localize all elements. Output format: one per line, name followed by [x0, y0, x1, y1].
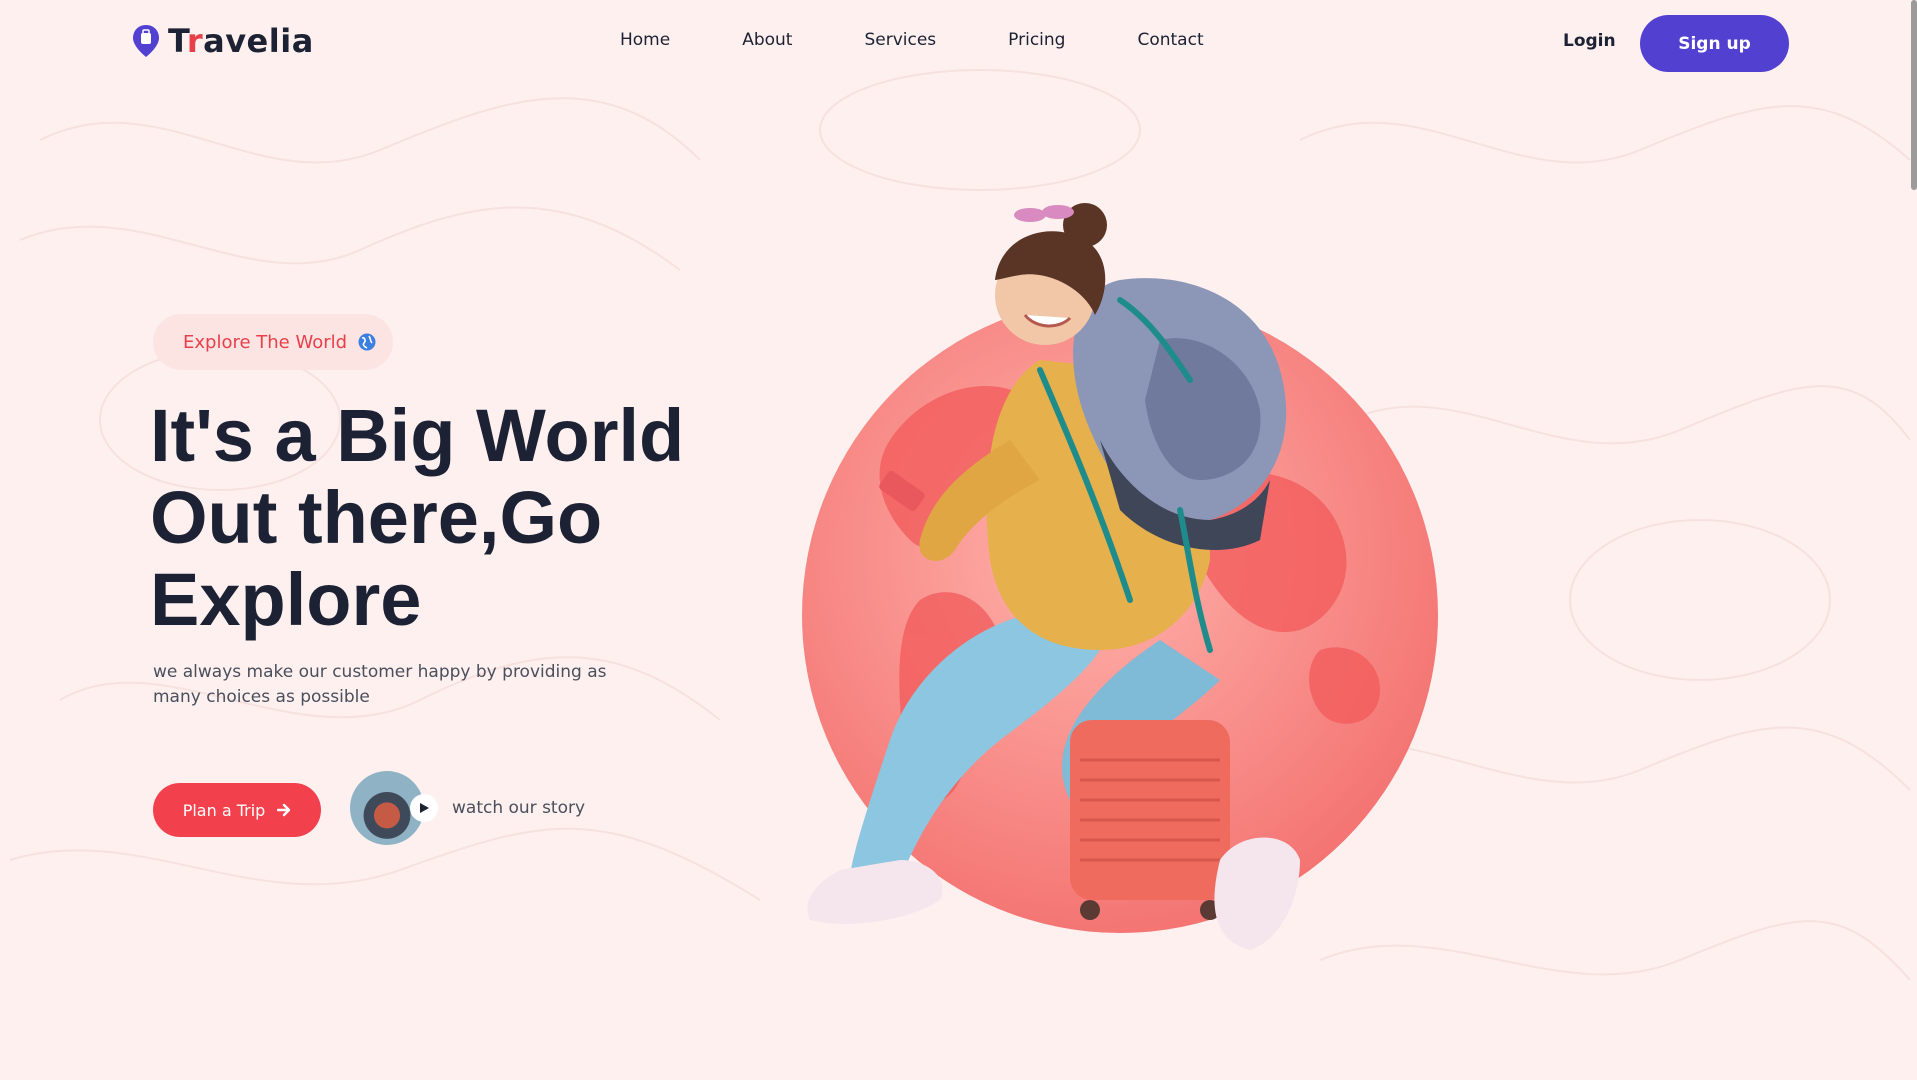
login-link[interactable]: Login — [1563, 31, 1616, 51]
brand-name: Travelia — [168, 22, 314, 60]
scrollbar-thumb[interactable] — [1911, 0, 1917, 190]
signup-button[interactable]: Sign up — [1640, 15, 1789, 72]
brand-logo[interactable]: Travelia — [132, 22, 314, 60]
hero-subtext: we always make our customer happy by pro… — [153, 662, 607, 707]
nav-pricing[interactable]: Pricing — [1008, 30, 1065, 50]
landing-page: Travelia Home About Services Pricing Con… — [0, 0, 1917, 1080]
brand-name-accent: r — [186, 22, 204, 60]
plan-trip-label: Plan a Trip — [182, 800, 266, 820]
hero-headline-line-3: Explore — [150, 558, 422, 641]
nav-home[interactable]: Home — [620, 30, 670, 50]
story-thumbnail[interactable] — [350, 771, 438, 845]
location-pin-icon — [133, 25, 159, 57]
hero-headline: It's a Big World Out there,Go Explore — [150, 395, 790, 641]
explore-tag-label: Explore The World — [183, 331, 348, 353]
nav-about[interactable]: About — [742, 30, 792, 50]
arrow-right-icon — [277, 803, 291, 817]
plan-trip-button[interactable]: Plan a Trip — [153, 783, 321, 837]
hero-headline-line-2: Out there,Go — [150, 476, 603, 559]
brand-name-first: T — [168, 22, 187, 60]
hero-headline-line-1: It's a Big World — [150, 394, 685, 477]
explore-tag: Explore The World — [153, 314, 393, 370]
nav-contact[interactable]: Contact — [1137, 30, 1203, 50]
brand-name-rest: avelia — [203, 22, 314, 60]
play-icon[interactable] — [410, 794, 438, 822]
watch-story[interactable]: watch our story — [350, 771, 585, 845]
watch-story-label[interactable]: watch our story — [452, 798, 585, 818]
traveler-illustration — [802, 203, 1438, 950]
main-nav: Home About Services Pricing Contact — [620, 30, 1276, 50]
globe-icon — [358, 333, 376, 351]
nav-services[interactable]: Services — [864, 30, 936, 50]
